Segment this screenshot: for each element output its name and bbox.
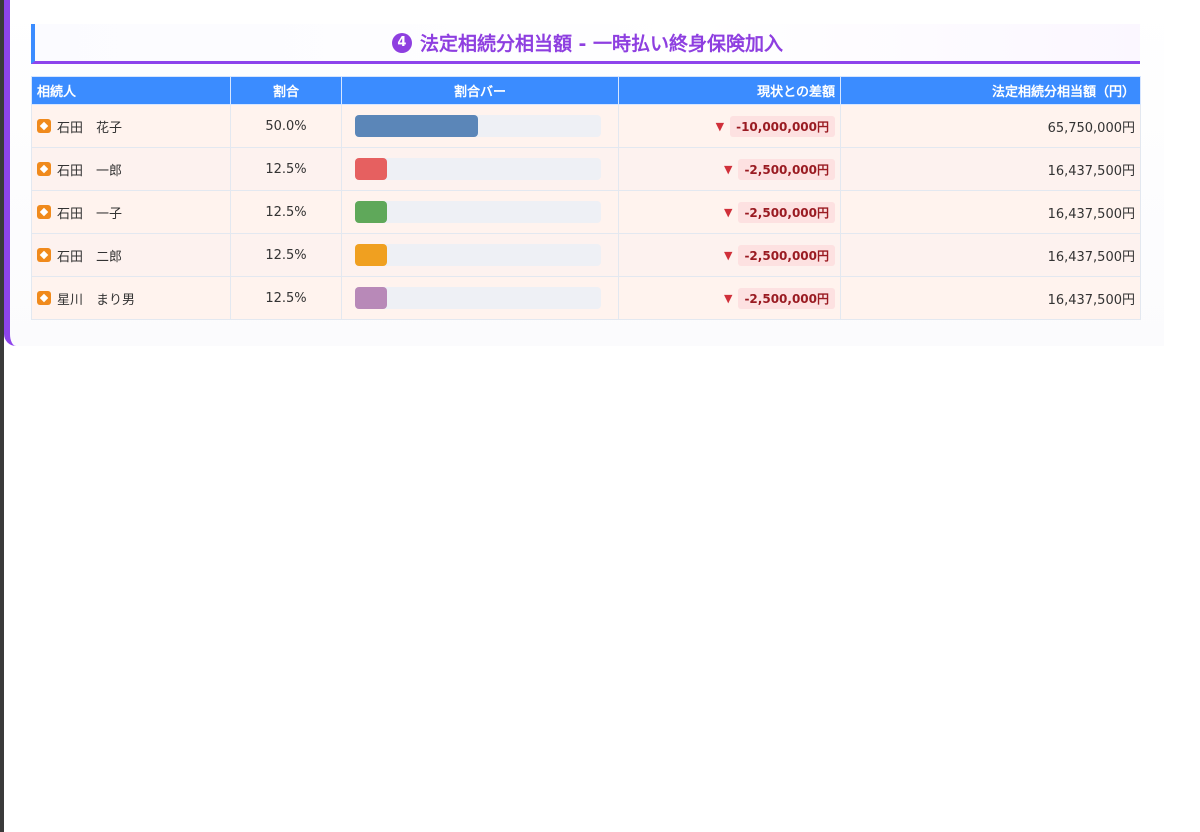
amount-cell: 16,437,500円 [840, 147, 1141, 191]
down-arrow-icon: ▼ [723, 248, 733, 262]
ratio-bar-track [355, 158, 601, 180]
table-row: 石田 二郎 12.5% ▼ -2,500,000円 16,437,500円 [31, 233, 1141, 277]
diff-badge: -2,500,000円 [738, 158, 835, 180]
inheritance-table: 相続人 割合 割合バー 現状との差額 法定相続分相当額（円） 石田 花子 50.… [31, 76, 1141, 320]
heir-cell: 石田 花子 [31, 104, 231, 148]
heir-icon [37, 248, 51, 262]
heir-cell: 石田 一子 [31, 190, 231, 234]
ratio-bar-fill [355, 201, 387, 223]
header-ratio: 割合 [230, 76, 342, 105]
ratio-bar-track [355, 201, 601, 223]
table-row: 石田 花子 50.0% ▼ -10,000,000円 65,750,000円 [31, 104, 1141, 148]
ratio-cell: 12.5% [230, 190, 342, 234]
ratio-cell: 50.0% [230, 104, 342, 148]
ratio-bar-cell [341, 190, 619, 234]
ratio-bar-fill [355, 158, 387, 180]
section-title-text: 法定相続分相当額 - 一時払い終身保険加入 [419, 33, 784, 55]
diff-badge: -2,500,000円 [738, 244, 835, 266]
heir-icon [37, 119, 51, 133]
down-arrow-icon: ▼ [723, 291, 733, 305]
ratio-bar-track [355, 287, 601, 309]
heir-cell: 星川 まり男 [31, 276, 231, 320]
diff-badge: -10,000,000円 [730, 115, 835, 137]
ratio-cell: 12.5% [230, 276, 342, 320]
heir-name: 星川 まり男 [57, 292, 136, 308]
ratio-bar-cell [341, 147, 619, 191]
ratio-cell: 12.5% [230, 147, 342, 191]
diff-badge: -2,500,000円 [738, 287, 835, 309]
diff-cell: ▼ -2,500,000円 [618, 190, 841, 234]
ratio-bar-cell [341, 104, 619, 148]
heir-name: 石田 一子 [57, 206, 123, 222]
diff-cell: ▼ -2,500,000円 [618, 276, 841, 320]
down-arrow-icon: ▼ [723, 205, 733, 219]
heir-name: 石田 花子 [57, 120, 123, 136]
heir-icon [37, 291, 51, 305]
diff-badge: -2,500,000円 [738, 201, 835, 223]
table-row: 石田 一子 12.5% ▼ -2,500,000円 16,437,500円 [31, 190, 1141, 234]
heir-icon [37, 205, 51, 219]
section-number-icon: 4 [391, 32, 412, 53]
header-amount: 法定相続分相当額（円） [840, 76, 1141, 105]
heir-name: 石田 二郎 [57, 249, 123, 265]
amount-cell: 16,437,500円 [840, 276, 1141, 320]
table-header-row: 相続人 割合 割合バー 現状との差額 法定相続分相当額（円） [31, 76, 1141, 105]
down-arrow-icon: ▼ [723, 162, 733, 176]
section-title: 4 法定相続分相当額 - 一時払い終身保険加入 [31, 24, 1140, 64]
amount-cell: 16,437,500円 [840, 233, 1141, 277]
ratio-bar-cell [341, 233, 619, 277]
table-row: 石田 一郎 12.5% ▼ -2,500,000円 16,437,500円 [31, 147, 1141, 191]
ratio-bar-cell [341, 276, 619, 320]
down-arrow-icon: ▼ [715, 119, 725, 133]
ratio-bar-fill [355, 287, 387, 309]
heir-name: 石田 一郎 [57, 163, 123, 179]
header-ratio-bar: 割合バー [341, 76, 619, 105]
heir-cell: 石田 二郎 [31, 233, 231, 277]
diff-cell: ▼ -2,500,000円 [618, 147, 841, 191]
heir-cell: 石田 一郎 [31, 147, 231, 191]
ratio-bar-track [355, 115, 601, 137]
header-diff: 現状との差額 [618, 76, 841, 105]
header-heir: 相続人 [31, 76, 231, 105]
ratio-bar-fill [355, 244, 387, 266]
heir-icon [37, 162, 51, 176]
diff-cell: ▼ -10,000,000円 [618, 104, 841, 148]
amount-cell: 65,750,000円 [840, 104, 1141, 148]
diff-cell: ▼ -2,500,000円 [618, 233, 841, 277]
ratio-bar-track [355, 244, 601, 266]
ratio-cell: 12.5% [230, 233, 342, 277]
amount-cell: 16,437,500円 [840, 190, 1141, 234]
ratio-bar-fill [355, 115, 478, 137]
table-row: 星川 まり男 12.5% ▼ -2,500,000円 16,437,500円 [31, 276, 1141, 320]
